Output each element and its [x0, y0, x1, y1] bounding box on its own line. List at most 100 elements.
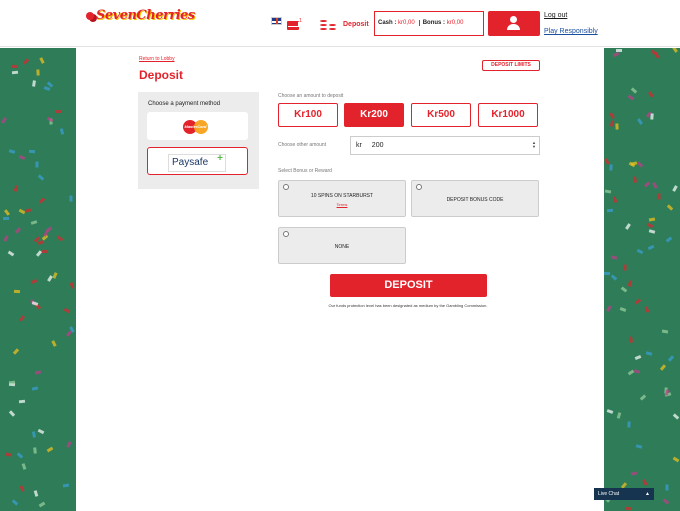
deposit-panel: Return to Lobby Deposit DEPOSIT LIMITS C…: [76, 48, 604, 511]
confetti-piece: [609, 120, 615, 127]
page-title: Deposit: [139, 68, 184, 82]
confetti-piece: [625, 223, 631, 230]
amount-kr1000-button[interactable]: Kr1000: [478, 103, 538, 127]
confetti-piece: [634, 354, 642, 361]
radio-button[interactable]: [283, 231, 289, 237]
amount-kr500-button[interactable]: Kr500: [411, 103, 471, 127]
confetti-piece: [648, 91, 654, 98]
confetti-piece: [69, 195, 73, 202]
confetti-piece: [627, 280, 633, 287]
uk-flag-icon[interactable]: [271, 17, 282, 25]
confetti-piece: [30, 278, 38, 285]
cherry-icon: [86, 11, 94, 20]
header-deposit-link[interactable]: Deposit: [343, 21, 369, 28]
bonus-option-label: DEPOSIT BONUS CODE: [446, 197, 504, 203]
confetti-piece: [612, 196, 618, 203]
other-amount-label: Choose other amount: [278, 142, 327, 148]
confetti-piece: [36, 69, 40, 76]
confetti-piece: [2, 216, 10, 221]
confetti-piece: [7, 250, 15, 257]
confetti-piece: [645, 351, 653, 356]
confetti-piece: [636, 161, 644, 168]
bonus-value: kr0,00: [446, 20, 464, 26]
account-avatar-button[interactable]: [488, 11, 540, 36]
confetti-piece: [14, 227, 22, 234]
confetti-piece: [35, 161, 39, 168]
confetti-piece: [33, 447, 37, 454]
confetti-piece: [610, 274, 618, 281]
coins-icon[interactable]: [319, 17, 338, 32]
confetti-piece: [12, 348, 20, 355]
confetti-piece: [3, 209, 11, 216]
confetti-piece: [56, 235, 64, 242]
amount-stepper-icon[interactable]: ▲ ▼: [532, 141, 536, 149]
confetti-piece: [38, 501, 46, 508]
mail-count-badge: 1: [299, 18, 302, 24]
mail-icon[interactable]: [287, 21, 299, 30]
confetti-piece: [56, 110, 62, 113]
confetti-piece: [657, 193, 661, 200]
confetti-piece: [3, 235, 9, 242]
confetti-piece: [648, 217, 656, 222]
deposit-button[interactable]: DEPOSIT: [330, 274, 487, 297]
confetti-piece: [630, 87, 638, 94]
confetti-piece: [19, 485, 25, 492]
confetti-piece: [620, 286, 628, 293]
confetti-piece: [37, 240, 45, 245]
confetti-piece: [11, 70, 19, 75]
bonus-option-code[interactable]: DEPOSIT BONUS CODE: [411, 180, 539, 217]
bonus-option-none[interactable]: NONE: [278, 227, 406, 264]
amount-kr100-button[interactable]: Kr100: [278, 103, 338, 127]
confetti-piece: [637, 118, 643, 125]
paysafe-option[interactable]: Paysafe +: [147, 147, 248, 175]
live-chat-button[interactable]: Live Chat ▲: [594, 488, 654, 500]
confetti-piece: [639, 394, 647, 401]
radio-button[interactable]: [416, 184, 422, 190]
confetti-piece: [8, 149, 16, 154]
confetti-piece: [8, 410, 16, 417]
currency-prefix: kr: [356, 142, 362, 149]
mastercard-logo: MasterCard: [183, 120, 211, 134]
radio-button[interactable]: [283, 184, 289, 190]
play-responsibly-link[interactable]: Play Responsibly: [544, 28, 598, 35]
confetti-piece: [666, 204, 674, 211]
mastercard-option[interactable]: MasterCard: [147, 112, 248, 140]
confetti-piece: [627, 369, 635, 376]
confetti-piece: [28, 149, 36, 154]
confetti-piece: [18, 315, 26, 322]
confetti-piece: [635, 444, 643, 449]
confetti-piece: [634, 298, 642, 305]
confetti-piece: [629, 336, 633, 343]
confetti-piece: [24, 208, 32, 213]
confetti-piece: [46, 446, 54, 453]
deposit-limits-button[interactable]: DEPOSIT LIMITS: [482, 60, 540, 71]
confetti-piece: [41, 249, 49, 254]
terms-link[interactable]: Terms: [279, 202, 405, 207]
confetti-piece: [661, 329, 669, 334]
confetti-piece: [609, 164, 613, 171]
balance-box: Cash : kr0,00 Bonus : kr0,00: [374, 11, 484, 36]
choose-amount-label: Choose an amount to deposit: [278, 93, 344, 99]
confetti-piece: [672, 413, 680, 420]
chevron-up-icon: ▲: [645, 491, 650, 497]
confetti-piece: [45, 226, 53, 233]
paysafe-logo: Paysafe +: [168, 153, 226, 172]
brand-logo[interactable]: SevenCherries: [86, 8, 195, 23]
confetti-piece: [619, 307, 627, 312]
confetti-piece: [633, 369, 641, 374]
amount-kr200-button[interactable]: Kr200: [344, 103, 404, 127]
confetti-piece: [31, 386, 39, 391]
logout-link[interactable]: Log out: [544, 12, 567, 19]
amount-value: 200: [371, 142, 384, 149]
confetti-piece: [63, 307, 71, 314]
confetti-piece: [606, 208, 614, 213]
confetti-piece: [39, 57, 45, 64]
bonus-option-label: NONE: [334, 244, 350, 250]
confetti-piece: [62, 483, 70, 488]
other-amount-input[interactable]: kr 200 ▲ ▼: [350, 136, 540, 155]
payment-method-title: Choose a payment method: [148, 101, 221, 107]
confetti-piece: [33, 490, 39, 497]
confetti-piece: [672, 48, 678, 53]
return-to-lobby-link[interactable]: Return to Lobby: [139, 56, 175, 62]
bonus-option-spins[interactable]: 10 SPINS ON STARBURST Terms: [278, 180, 406, 217]
